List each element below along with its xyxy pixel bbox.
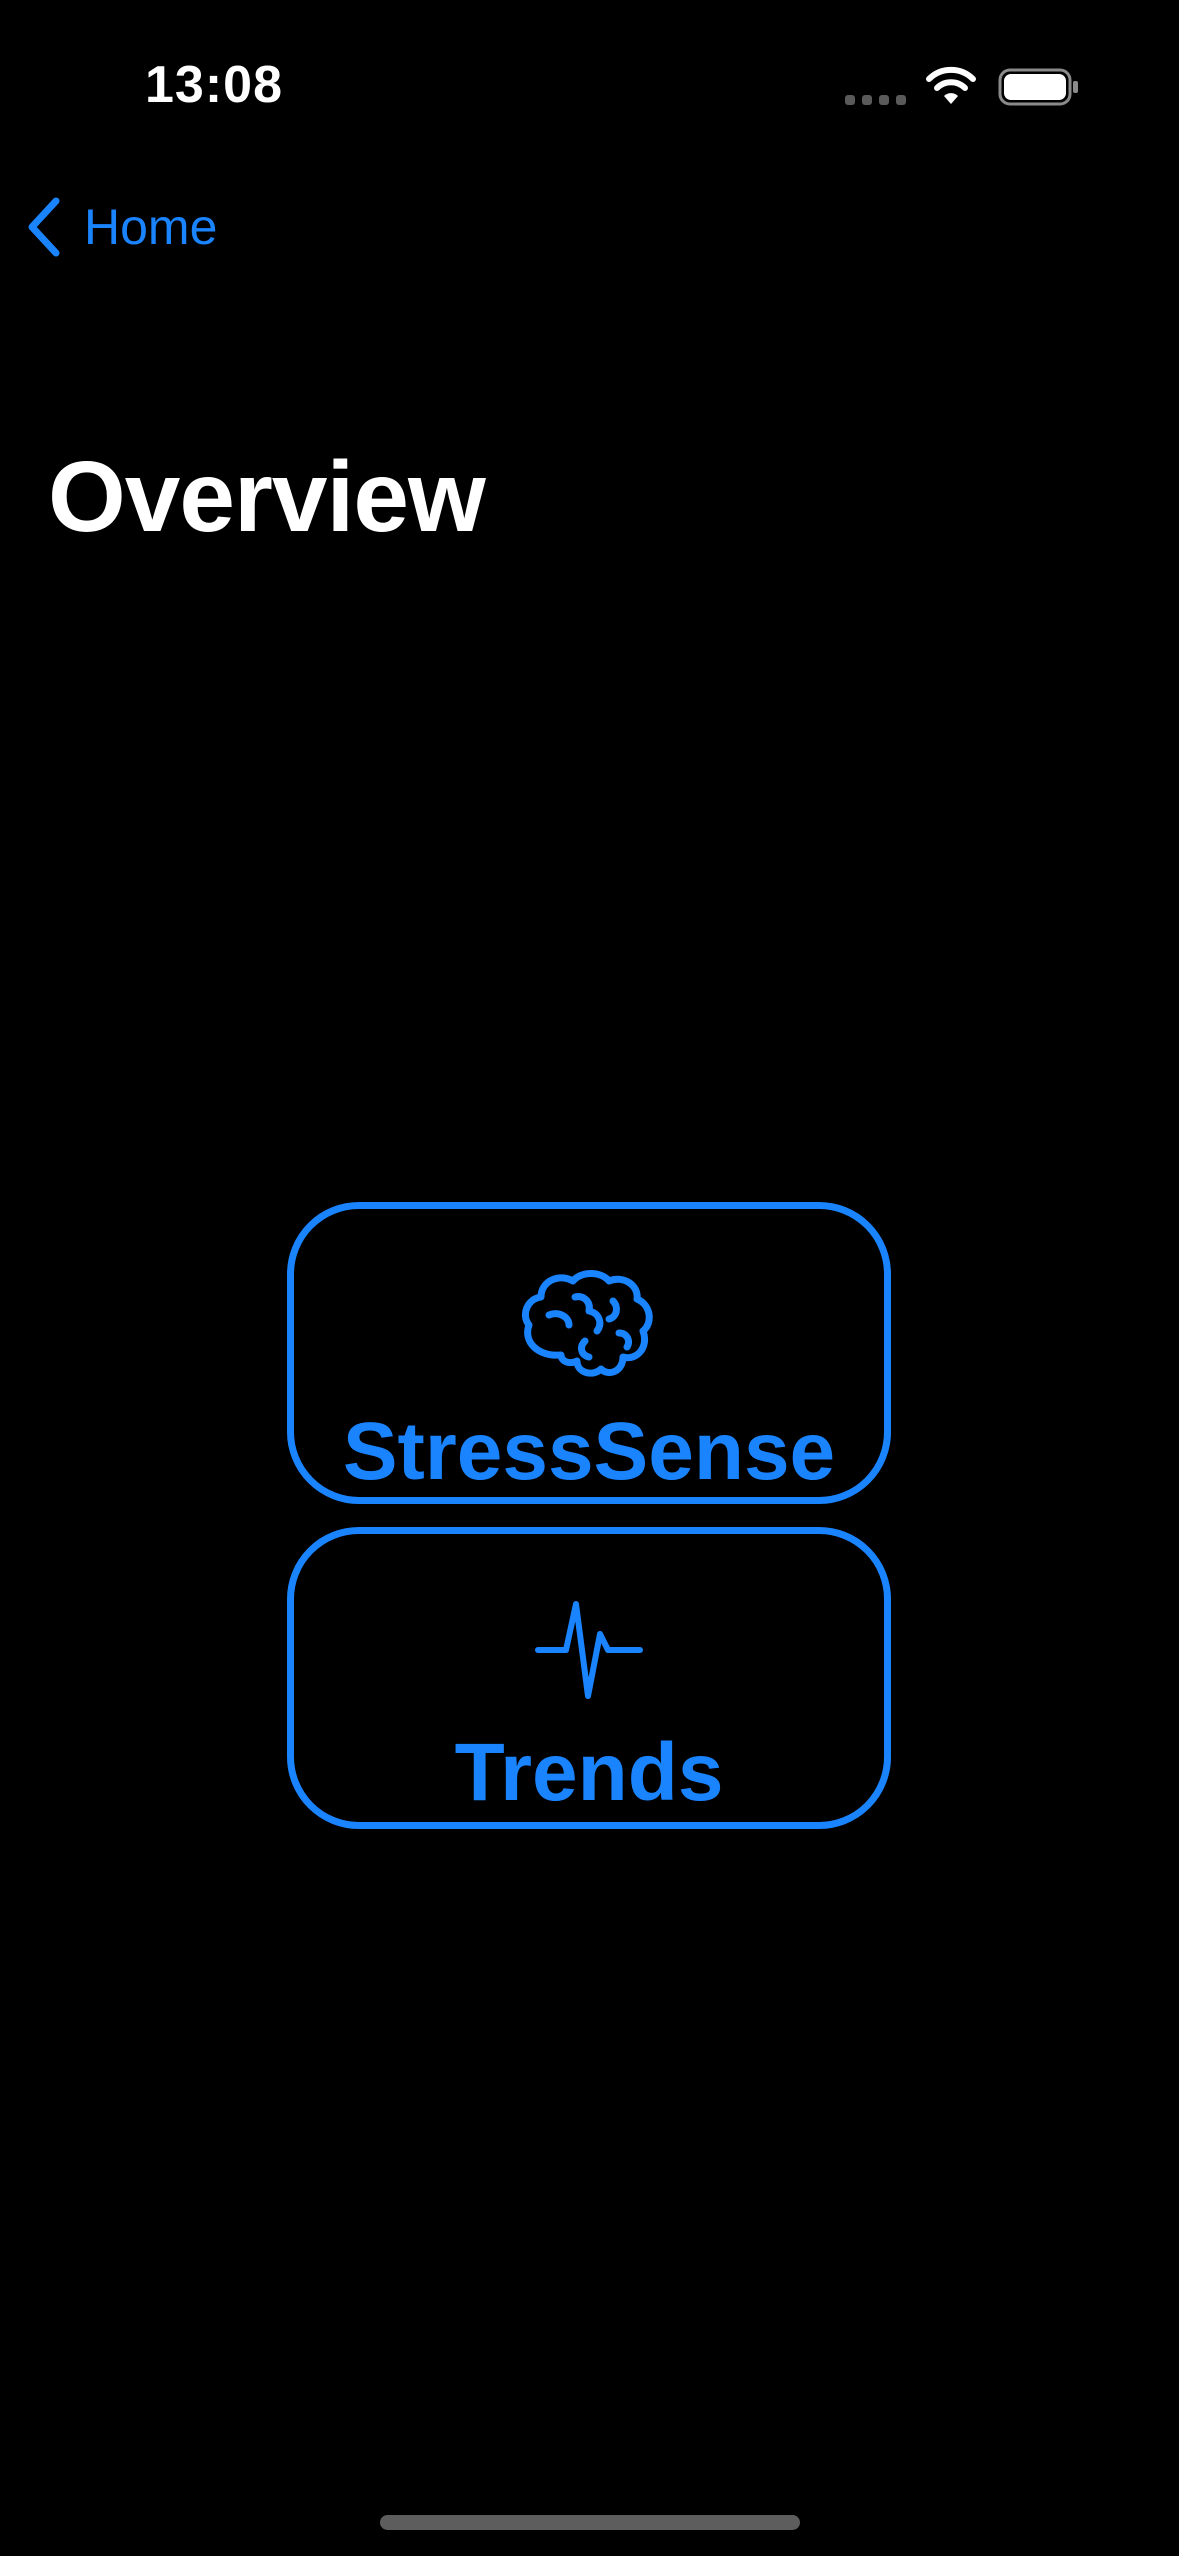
stresssense-button-label: StressSense xyxy=(342,1406,836,1497)
trends-button-label: Trends xyxy=(454,1727,724,1818)
wifi-icon xyxy=(926,66,976,104)
back-button-label: Home xyxy=(84,199,218,255)
trends-button[interactable]: Trends xyxy=(287,1527,891,1829)
battery-icon xyxy=(998,68,1078,106)
page-title: Overview xyxy=(48,441,486,553)
chevron-left-icon xyxy=(28,197,60,257)
home-indicator[interactable] xyxy=(380,2515,800,2530)
status-time: 13:08 xyxy=(145,56,283,114)
back-button[interactable]: Home xyxy=(26,195,217,259)
status-bar: 13:08 xyxy=(0,0,1179,160)
stresssense-button[interactable]: StressSense xyxy=(287,1202,891,1504)
waveform-icon xyxy=(535,1601,643,1699)
signal-dots-icon xyxy=(845,95,906,105)
brain-icon xyxy=(522,1270,653,1377)
